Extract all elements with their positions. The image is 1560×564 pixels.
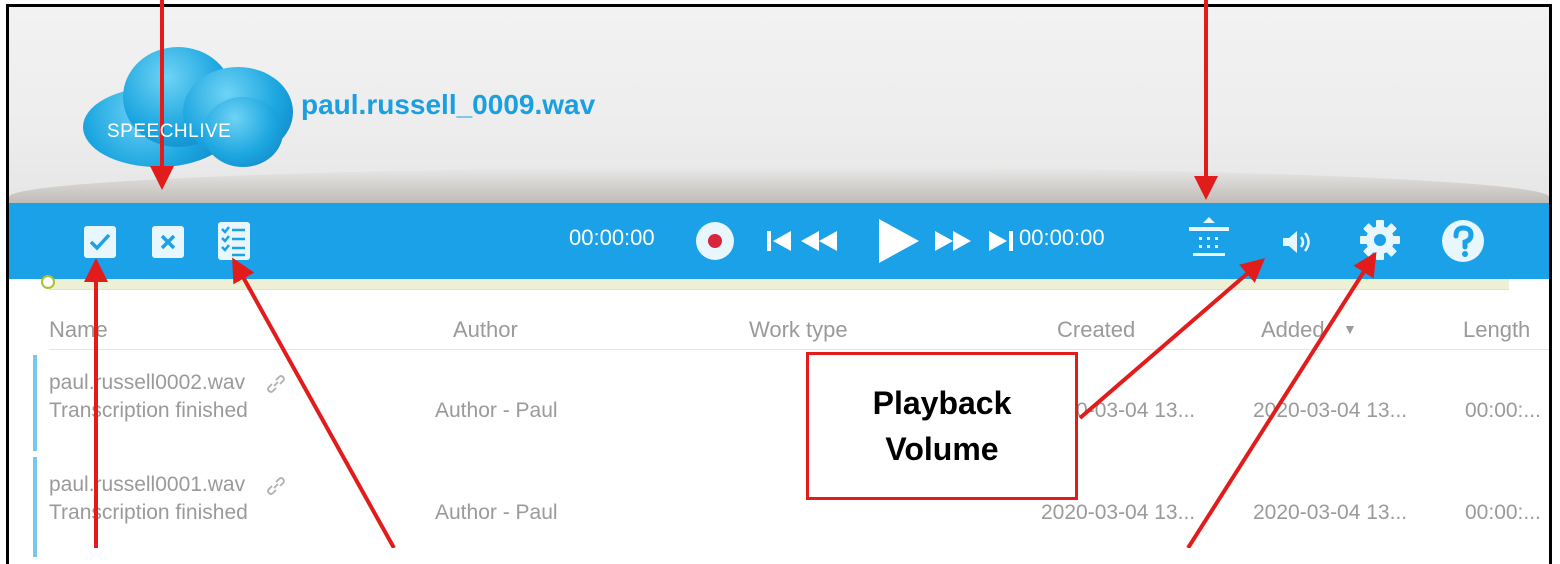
- annotation-arrows: [84, 0, 1377, 548]
- arrow-to-checklist: [232, 257, 396, 548]
- arrow-to-volume: [1078, 258, 1266, 420]
- logo-text: SPEECHLIVE: [107, 121, 232, 142]
- arrow-to-settings: [1186, 251, 1377, 548]
